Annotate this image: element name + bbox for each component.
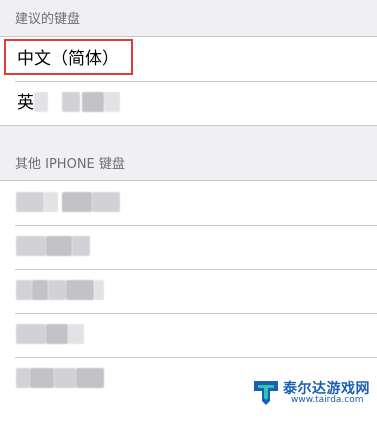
blurred-text [94,280,104,300]
blurred-text [48,280,66,300]
watermark-url: www.tairda.com [291,395,364,405]
blurred-text [66,280,94,300]
blurred-text [30,368,54,388]
keyboard-row[interactable] [0,269,377,313]
keyboard-row[interactable] [0,313,377,357]
keyboard-row[interactable] [0,181,377,225]
blurred-text [16,368,30,388]
blurred-text [16,192,44,212]
blurred-text [16,280,32,300]
blurred-text [82,92,104,112]
site-watermark: 泰尔达游戏网 www.tairda.com [251,377,373,407]
blurred-text [68,324,84,344]
other-keyboards-header: 其他 IPHONE 键盘 [15,157,125,172]
keyboard-row[interactable] [0,225,377,269]
blurred-text [62,192,92,212]
blurred-text [104,92,120,112]
blurred-text [62,92,80,112]
suggested-keyboards-list: 中文（简体） 英 [0,36,377,126]
keyboard-row-english[interactable]: 英 [0,81,377,125]
blurred-text [46,236,72,256]
keyboard-label: 英 [17,93,34,113]
tairda-logo-icon [254,381,278,405]
keyboard-label: 中文（简体） [17,49,119,69]
suggested-keyboards-header: 建议的键盘 [15,12,81,27]
blurred-text [72,236,90,256]
keyboard-row-chinese-simplified[interactable]: 中文（简体） [0,37,377,81]
blurred-text [54,368,76,388]
blurred-text [76,368,104,388]
blurred-text [44,192,58,212]
blurred-text [46,324,68,344]
blurred-text [32,280,48,300]
blurred-text [92,192,120,212]
blurred-text [16,236,46,256]
blurred-text [16,324,46,344]
blurred-text [34,92,48,112]
